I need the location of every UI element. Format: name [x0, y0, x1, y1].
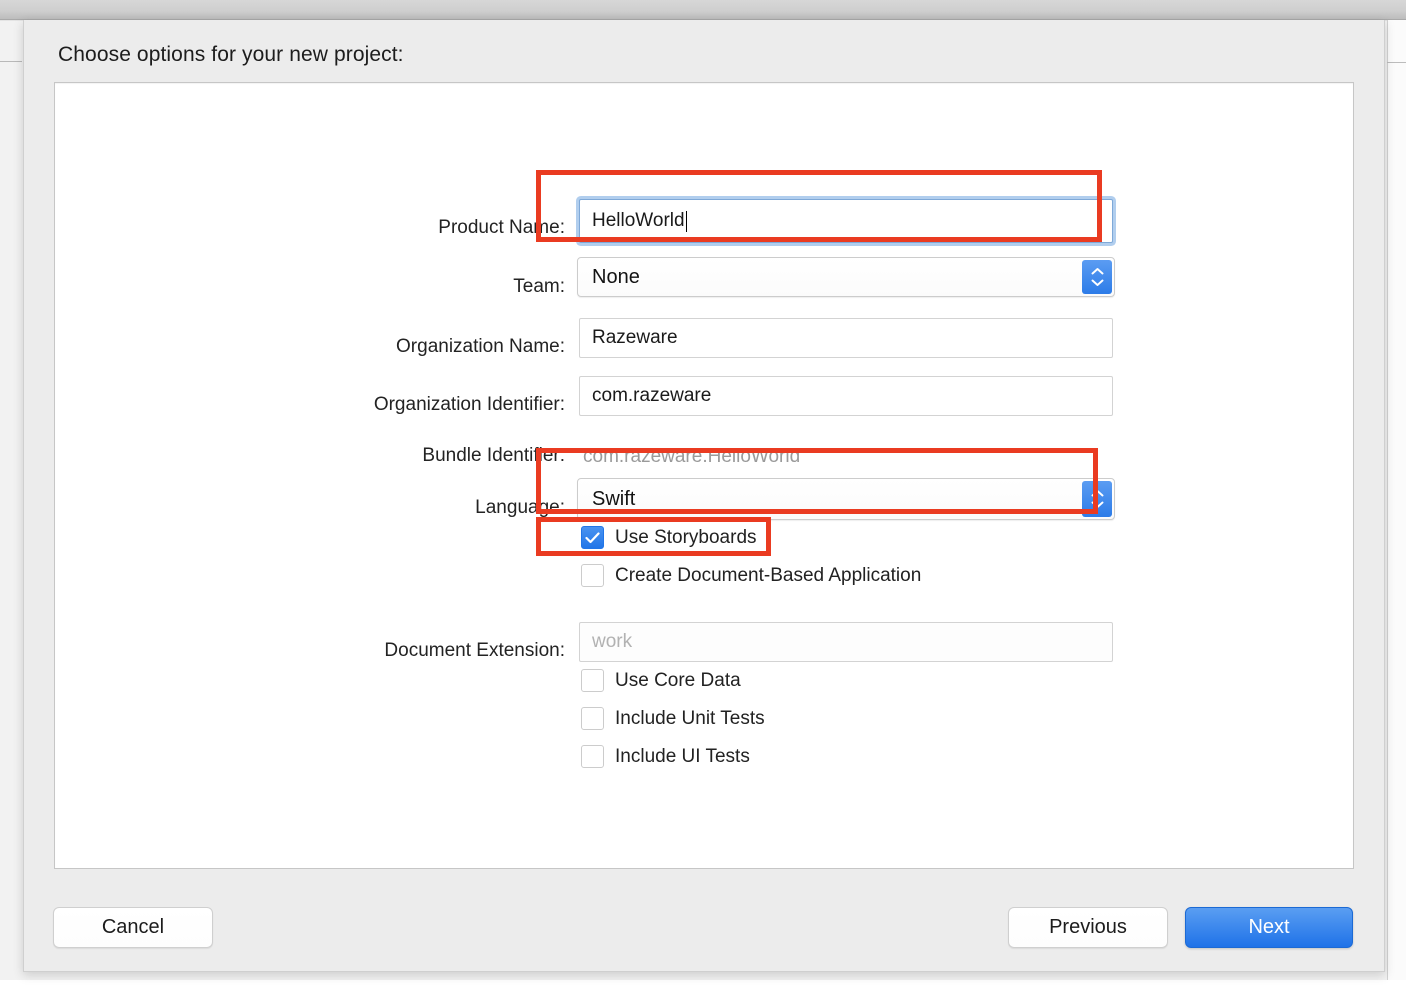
create-document-based-application-checkbox[interactable]	[581, 564, 604, 587]
use-core-data-checkbox-row[interactable]: Use Core Data	[581, 669, 741, 692]
organization-identifier-label: Organization Identifier:	[373, 394, 565, 415]
organization-name-value: Razeware	[592, 327, 678, 348]
organization-name-label: Organization Name:	[396, 336, 565, 357]
include-unit-tests-label: Include Unit Tests	[615, 707, 765, 729]
language-label: Language:	[475, 497, 565, 518]
background-window-titlebar	[0, 0, 1406, 20]
use-storyboards-checkbox-row[interactable]: Use Storyboards	[581, 526, 757, 549]
background-bottom-strip	[0, 980, 1406, 1004]
language-value: Swift	[592, 487, 636, 510]
product-name-value: HelloWorld	[592, 210, 685, 231]
project-options-form: Product Name: HelloWorld Team: None Orga…	[55, 83, 1353, 868]
cancel-button[interactable]: Cancel	[53, 907, 213, 948]
include-unit-tests-checkbox[interactable]	[581, 707, 604, 730]
product-name-label: Product Name:	[438, 217, 565, 238]
next-button[interactable]: Next	[1185, 907, 1353, 948]
background-right-panel-divider	[1387, 62, 1406, 63]
language-popup-button[interactable]: Swift	[577, 478, 1115, 520]
chevron-up-down-icon[interactable]	[1082, 260, 1112, 294]
organization-name-input[interactable]: Razeware	[579, 318, 1113, 358]
organization-identifier-input[interactable]: com.razeware	[579, 376, 1113, 416]
bundle-identifier-value: com.razeware.HelloWorld	[583, 446, 801, 467]
team-popup-button[interactable]: None	[577, 257, 1115, 297]
product-name-input[interactable]: HelloWorld	[579, 199, 1113, 243]
options-content-panel: Product Name: HelloWorld Team: None Orga…	[54, 82, 1354, 869]
document-extension-placeholder: work	[592, 631, 633, 652]
document-extension-input[interactable]: work	[579, 622, 1113, 662]
chevron-up-down-icon[interactable]	[1082, 481, 1112, 517]
include-ui-tests-checkbox[interactable]	[581, 745, 604, 768]
use-storyboards-label: Use Storyboards	[615, 526, 757, 548]
new-project-options-sheet: Choose options for your new project: Pro…	[23, 20, 1385, 972]
create-document-based-application-label: Create Document-Based Application	[615, 564, 922, 586]
include-ui-tests-checkbox-row[interactable]: Include UI Tests	[581, 745, 750, 768]
use-core-data-checkbox[interactable]	[581, 669, 604, 692]
include-unit-tests-checkbox-row[interactable]: Include Unit Tests	[581, 707, 765, 730]
include-ui-tests-label: Include UI Tests	[615, 745, 750, 767]
use-core-data-label: Use Core Data	[615, 669, 741, 691]
use-storyboards-checkbox[interactable]	[581, 526, 604, 549]
page-title: Choose options for your new project:	[58, 43, 404, 66]
background-right-panel	[1387, 20, 1406, 980]
text-cursor-icon	[685, 210, 687, 232]
team-label: Team:	[513, 276, 565, 297]
previous-button[interactable]: Previous	[1008, 907, 1168, 948]
team-value: None	[592, 265, 640, 288]
document-extension-label: Document Extension:	[384, 640, 565, 661]
create-document-based-application-checkbox-row[interactable]: Create Document-Based Application	[581, 564, 921, 587]
organization-identifier-value: com.razeware	[592, 385, 712, 406]
background-window-divider	[0, 61, 22, 62]
bundle-identifier-label: Bundle Identifier:	[422, 445, 565, 466]
